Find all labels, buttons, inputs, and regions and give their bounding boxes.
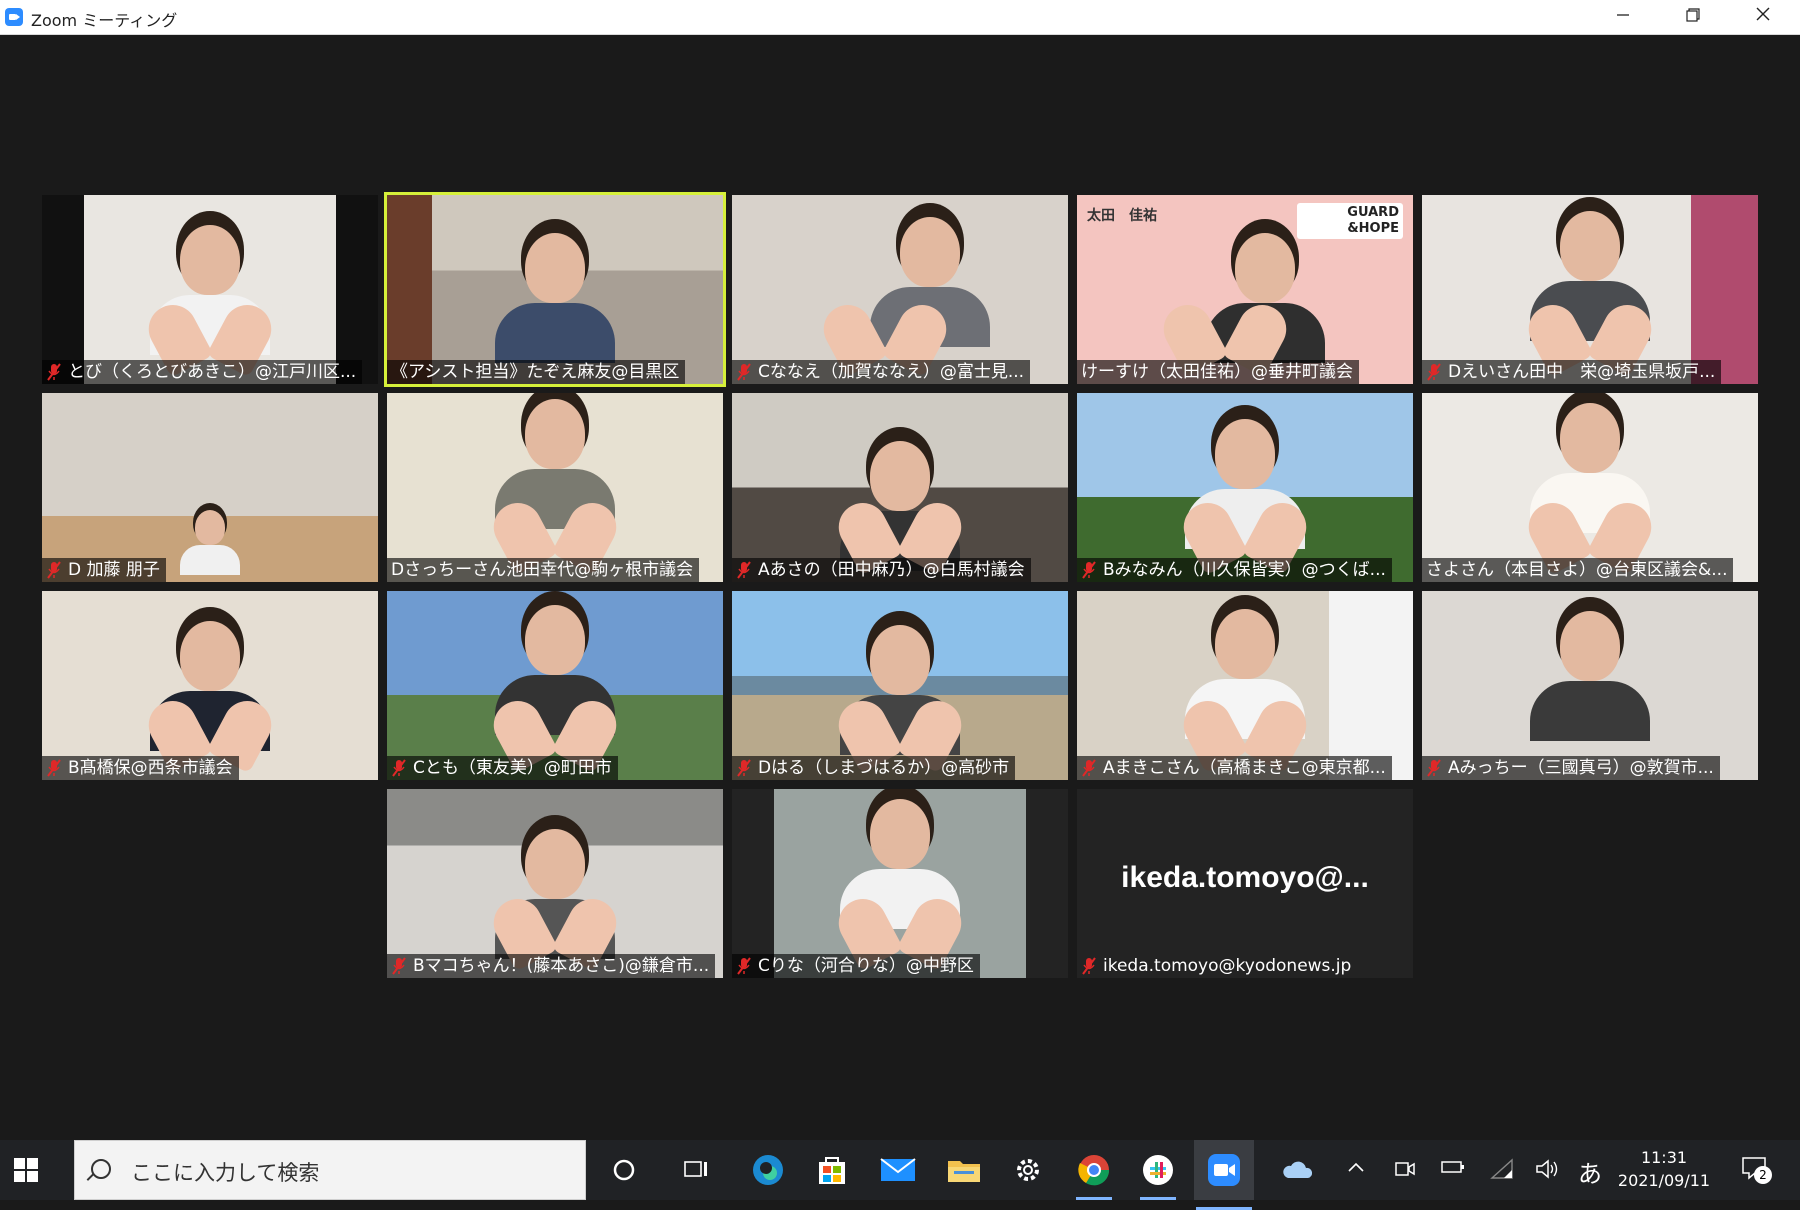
- mic-muted-icon: [737, 561, 751, 579]
- video-tile[interactable]: 太田 佳祐 GUARD &HOPE けーすけ（太田佳祐）@垂井町議会: [1077, 195, 1413, 384]
- window-title: Zoom ミーティング: [31, 11, 178, 30]
- start-button[interactable]: [14, 1158, 38, 1182]
- video-tile[interactable]: Bみなみん（川久保皆実）@つくば...: [1077, 393, 1413, 582]
- ime-indicator[interactable]: あ: [1578, 1154, 1602, 1189]
- video-tile[interactable]: Aあさの（田中麻乃）@白馬村議会: [732, 393, 1068, 582]
- battery-icon[interactable]: [1440, 1158, 1466, 1181]
- search-placeholder: ここに入力して検索: [131, 1161, 320, 1185]
- mic-muted-icon: [1427, 363, 1441, 381]
- mic-muted-icon: [47, 363, 61, 381]
- video-tile[interactable]: Aみっちー（三國真弓）@敦賀市...: [1422, 591, 1758, 780]
- video-tile[interactable]: Dはる（しまづはるか）@高砂市: [732, 591, 1068, 780]
- participant-name: Bみなみん（川久保皆実）@つくば...: [1077, 558, 1392, 582]
- video-tile[interactable]: Cななえ（加賀ななえ）@富士見...: [732, 195, 1068, 384]
- mic-muted-icon: [392, 957, 406, 975]
- settings-gear-icon[interactable]: [1008, 1150, 1048, 1190]
- zoom-taskbar-icon[interactable]: [1194, 1140, 1254, 1210]
- virtual-background-poster: 太田 佳祐: [1087, 208, 1157, 224]
- minimize-button[interactable]: [1588, 0, 1658, 34]
- meet-now-icon[interactable]: [1394, 1158, 1416, 1185]
- mic-muted-icon: [1082, 561, 1096, 579]
- participant-name: けーすけ（太田佳祐）@垂井町議会: [1077, 360, 1359, 384]
- mic-muted-icon: [1082, 957, 1096, 975]
- video-tile[interactable]: Cりな（河合りな）@中野区: [732, 789, 1068, 978]
- mic-muted-icon: [47, 759, 61, 777]
- video-tile[interactable]: B髙橋保@西条市議会: [42, 591, 378, 780]
- mic-muted-icon: [737, 363, 751, 381]
- mic-muted-icon: [47, 561, 61, 579]
- participant-name: とび（くろとびあきこ）@江戸川区...: [42, 360, 363, 384]
- guard-hope-logo: GUARD &HOPE: [1297, 203, 1403, 239]
- taskbar-search-box[interactable]: ここに入力して検索: [74, 1140, 586, 1200]
- edge-icon[interactable]: [748, 1150, 788, 1190]
- onedrive-icon[interactable]: [1280, 1158, 1313, 1185]
- mic-muted-icon: [737, 957, 751, 975]
- participant-name: Aまきこさん（高橋まきこ@東京都...: [1077, 756, 1392, 780]
- participant-name: Aみっちー（三國真弓）@敦賀市...: [1422, 756, 1720, 780]
- wifi-icon[interactable]: [1490, 1158, 1514, 1185]
- video-tile[interactable]: Cとも（東友美）@町田市: [387, 591, 723, 780]
- video-tile[interactable]: Bマコちゃん！(藤本あさこ)@鎌倉市...: [387, 789, 723, 978]
- participant-name: Cりな（河合りな）@中野区: [732, 954, 980, 978]
- zoom-app-icon: [5, 8, 23, 26]
- chrome-icon[interactable]: [1074, 1150, 1114, 1200]
- task-view-icon[interactable]: [676, 1150, 716, 1190]
- maximize-button[interactable]: [1658, 0, 1728, 34]
- microsoft-store-icon[interactable]: [812, 1150, 852, 1190]
- participant-name: 《アシスト担当》たぞえ麻友@目黒区: [387, 360, 686, 384]
- participant-name: B髙橋保@西条市議会: [42, 756, 239, 780]
- clock-date: 2021/09/11: [1617, 1171, 1711, 1190]
- participant-display-name: ikeda.tomoyo@...: [1121, 861, 1369, 894]
- mic-muted-icon: [1082, 759, 1096, 777]
- slack-icon[interactable]: [1138, 1150, 1178, 1200]
- mail-icon[interactable]: [878, 1150, 918, 1190]
- participant-name: D 加藤 朋子: [42, 558, 166, 582]
- video-tile[interactable]: とび（くろとびあきこ）@江戸川区...: [42, 195, 378, 384]
- minimize-icon: [1617, 14, 1629, 16]
- video-tile-active-speaker[interactable]: 《アシスト担当》たぞえ麻友@目黒区: [387, 195, 723, 384]
- file-explorer-icon[interactable]: [944, 1150, 984, 1190]
- video-tile[interactable]: D 加藤 朋子: [42, 393, 378, 582]
- participant-name: さよさん（本目さよ）@台東区議会&...: [1422, 558, 1734, 582]
- mic-muted-icon: [737, 759, 751, 777]
- participant-name: Dさっちーさん池田幸代@駒ヶ根市議会: [387, 558, 700, 582]
- participant-name: Bマコちゃん！(藤本あさこ)@鎌倉市...: [387, 954, 716, 978]
- participant-name: Cななえ（加賀ななえ）@富士見...: [732, 360, 1031, 384]
- participant-name: Dはる（しまづはるか）@高砂市: [732, 756, 1016, 780]
- volume-icon[interactable]: [1534, 1158, 1560, 1185]
- search-icon: [91, 1159, 111, 1179]
- restore-icon: [1686, 8, 1700, 22]
- clock[interactable]: 11:31 2021/09/11: [1600, 1146, 1728, 1192]
- video-tile[interactable]: Aまきこさん（高橋まきこ@東京都...: [1077, 591, 1413, 780]
- close-icon: [1756, 7, 1770, 21]
- notifications-button[interactable]: 2: [1740, 1154, 1772, 1184]
- cortana-icon[interactable]: [604, 1150, 644, 1190]
- participant-name: Aあさの（田中麻乃）@白馬村議会: [732, 558, 1031, 582]
- participant-name: Cとも（東友美）@町田市: [387, 756, 618, 780]
- windows-taskbar: ここに入力して検索 あ 11:31 2021/09/11 2: [0, 1140, 1800, 1210]
- mic-muted-icon: [392, 759, 406, 777]
- video-tile[interactable]: さよさん（本目さよ）@台東区議会&...: [1422, 393, 1758, 582]
- title-bar: Zoom ミーティング: [0, 0, 1800, 35]
- video-tile[interactable]: Dさっちーさん池田幸代@駒ヶ根市議会: [387, 393, 723, 582]
- mic-muted-icon: [1427, 759, 1441, 777]
- notification-count-badge: 2: [1754, 1166, 1772, 1184]
- clock-time: 11:31: [1640, 1148, 1688, 1167]
- participant-name: Dえいさん田中 栄@埼玉県坂戸...: [1422, 360, 1722, 384]
- video-tile[interactable]: Dえいさん田中 栄@埼玉県坂戸...: [1422, 195, 1758, 384]
- show-hidden-icons-chevron-icon[interactable]: [1346, 1158, 1366, 1179]
- gallery-view: とび（くろとびあきこ）@江戸川区... 《アシスト担当》たぞえ麻友@目黒区 Cな…: [0, 35, 1800, 1140]
- video-tile-video-off[interactable]: ikeda.tomoyo@... ikeda.tomoyo@kyodonews.…: [1077, 789, 1413, 978]
- close-button[interactable]: [1728, 0, 1798, 34]
- participant-name: ikeda.tomoyo@kyodonews.jp: [1077, 954, 1357, 978]
